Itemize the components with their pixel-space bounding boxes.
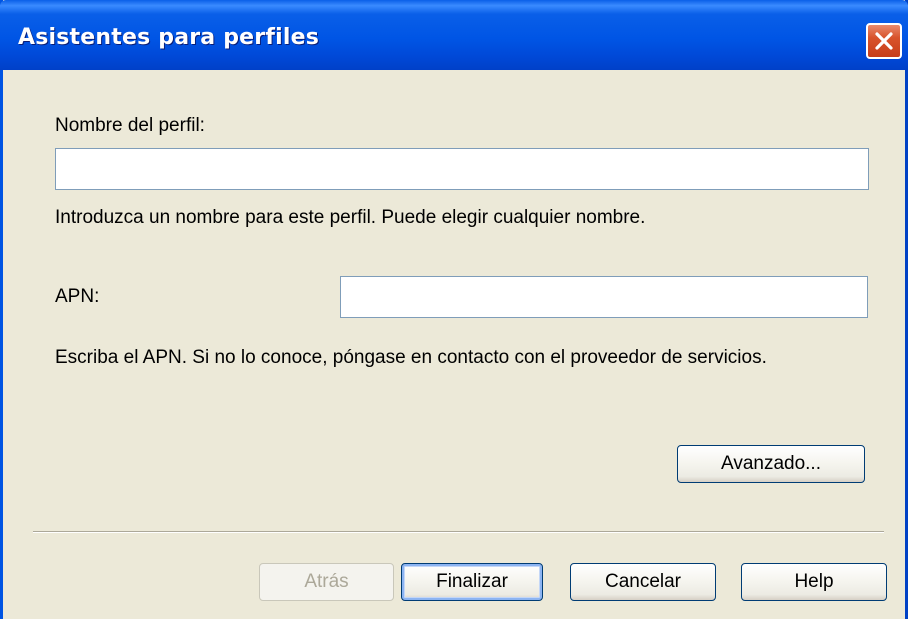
profile-name-label: Nombre del perfil: [55,115,205,136]
advanced-button[interactable]: Avanzado... [677,445,865,483]
help-button[interactable]: Help [741,563,887,601]
close-button[interactable] [866,23,902,59]
profile-name-help-text: Introduzca un nombre para este perfil. P… [55,207,646,228]
close-icon [874,31,894,51]
title-bar[interactable]: Asistentes para perfiles [0,0,908,70]
footer-separator [33,531,884,533]
window-title: Asistentes para perfiles [18,25,319,50]
profile-name-input[interactable] [55,148,869,190]
apn-help-text: Escriba el APN. Si no lo conoce, póngase… [55,347,767,368]
apn-label: APN: [55,286,100,307]
apn-input[interactable] [340,276,868,318]
finish-button[interactable]: Finalizar [401,563,543,601]
cancel-button[interactable]: Cancelar [570,563,716,601]
back-button[interactable]: Atrás [259,563,394,601]
